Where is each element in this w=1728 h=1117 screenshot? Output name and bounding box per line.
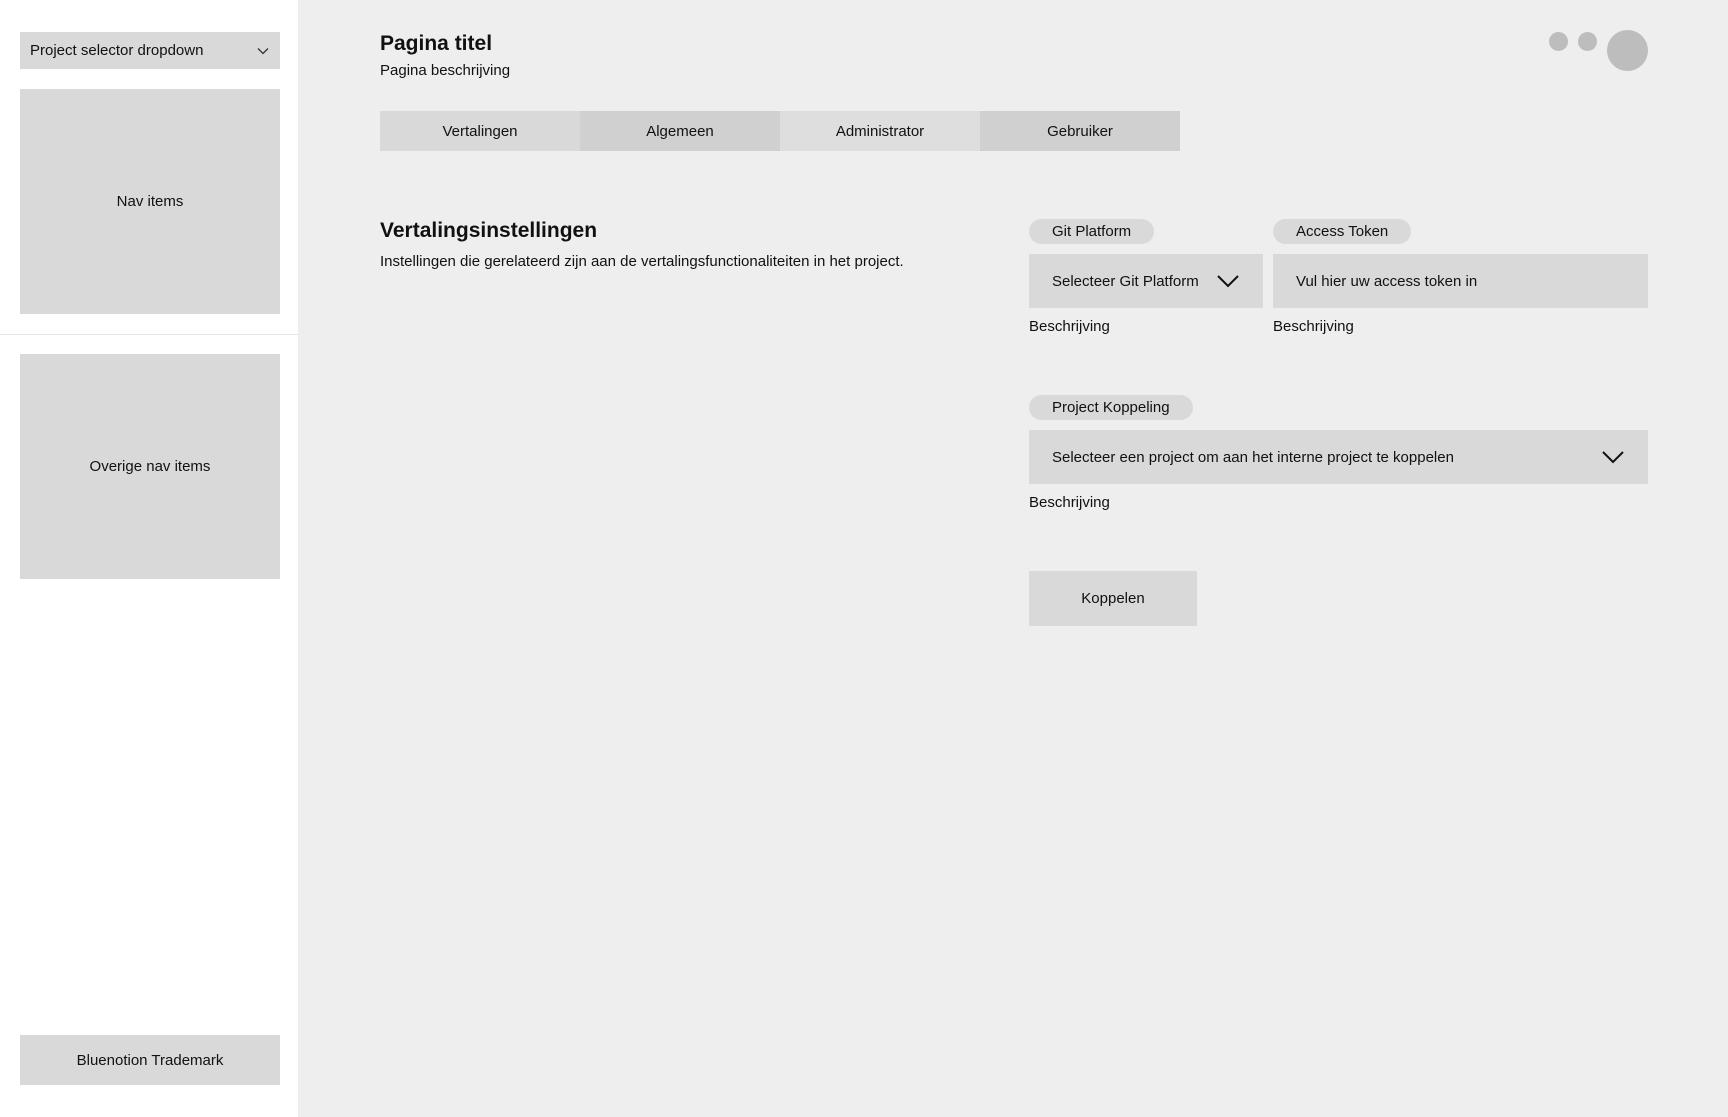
avatar[interactable] (1607, 30, 1648, 71)
header-action-icon[interactable] (1578, 32, 1597, 51)
trademark: Bluenotion Trademark (20, 1035, 280, 1085)
project-link-dropdown[interactable]: Selecteer een project om aan het interne… (1029, 430, 1648, 484)
git-platform-helper: Beschrijving (1029, 318, 1110, 335)
project-link-value: Selecteer een project om aan het interne… (1052, 448, 1454, 466)
koppelen-button[interactable]: Koppelen (1029, 571, 1197, 626)
nav-items-label: Nav items (116, 193, 184, 210)
access-token-input[interactable] (1296, 272, 1625, 290)
project-link-label: Project Koppeling (1029, 395, 1193, 420)
other-nav-items[interactable]: Overige nav items (20, 354, 280, 579)
page-description: Pagina beschrijving (380, 62, 511, 79)
access-token-field[interactable] (1273, 254, 1648, 308)
chevron-down-icon (1602, 451, 1624, 464)
access-token-label: Access Token (1273, 219, 1412, 244)
chevron-down-icon (257, 47, 269, 54)
git-platform-label: Git Platform (1029, 219, 1155, 244)
project-link-helper: Beschrijving (1029, 494, 1110, 511)
page-title: Pagina titel (380, 32, 493, 55)
chevron-down-icon (1217, 275, 1239, 288)
tab-vertalingen[interactable]: Vertalingen (380, 111, 580, 151)
git-platform-dropdown[interactable]: Selecteer Git Platform (1029, 254, 1263, 308)
tab-administrator[interactable]: Administrator (780, 111, 980, 151)
tab-algemeen[interactable]: Algemeen (580, 111, 780, 151)
nav-items[interactable]: Nav items (20, 89, 280, 314)
sidebar-divider (0, 334, 298, 335)
other-nav-items-label: Overige nav items (89, 458, 211, 475)
header-actions (1549, 30, 1648, 71)
tab-gebruiker[interactable]: Gebruiker (980, 111, 1180, 151)
project-selector-label: Project selector dropdown (30, 42, 204, 59)
trademark-label: Bluenotion Trademark (76, 1051, 224, 1069)
header-action-icon[interactable] (1549, 32, 1568, 51)
section-description: Instellingen die gerelateerd zijn aan de… (380, 253, 904, 270)
project-selector-dropdown[interactable]: Project selector dropdown (20, 32, 280, 69)
sidebar: Project selector dropdown Nav items Over… (0, 0, 298, 1117)
tab-bar: Vertalingen Algemeen Administrator Gebru… (380, 111, 1180, 151)
access-token-helper: Beschrijving (1273, 318, 1354, 335)
git-platform-value: Selecteer Git Platform (1052, 272, 1199, 290)
section-title: Vertalingsinstellingen (380, 219, 598, 242)
